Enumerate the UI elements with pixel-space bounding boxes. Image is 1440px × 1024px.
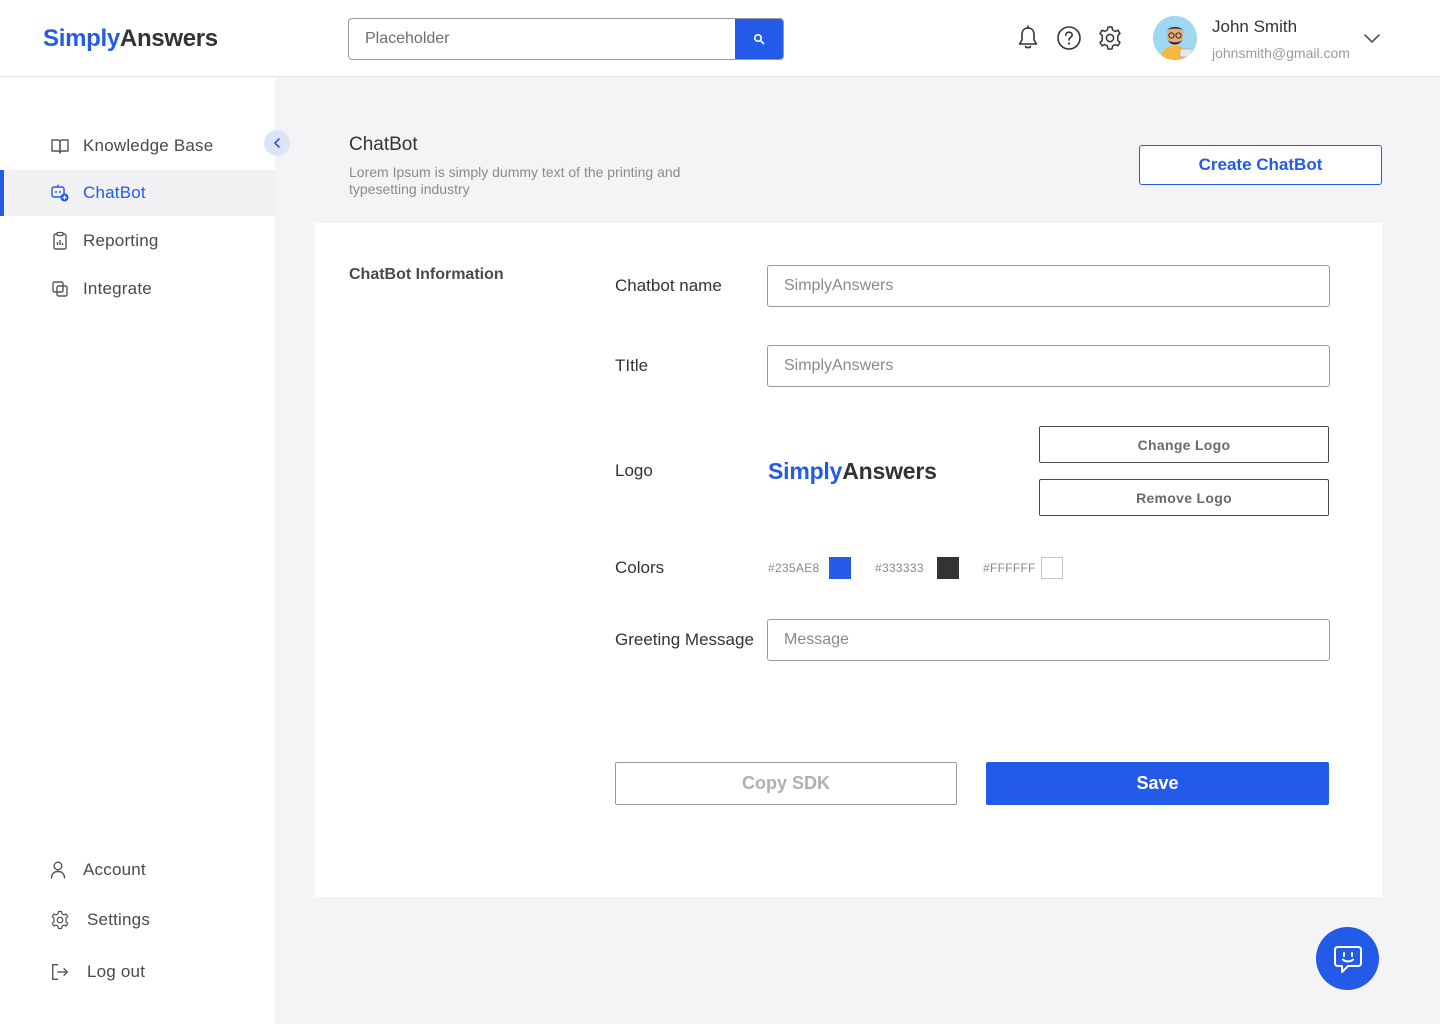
logout-icon xyxy=(50,962,70,982)
sidebar-collapse-button[interactable] xyxy=(264,130,290,156)
sidebar-item-label: Reporting xyxy=(83,231,159,250)
gear-icon xyxy=(1099,26,1121,50)
search-button[interactable] xyxy=(735,19,783,59)
user-menu-toggle[interactable] xyxy=(1362,30,1382,46)
book-icon xyxy=(50,136,70,156)
title-label: TItle xyxy=(615,356,649,375)
logo-preview: SimplyAnswers xyxy=(768,458,937,485)
sidebar-item-account[interactable]: Account xyxy=(0,847,276,893)
sidebar-item-reporting[interactable]: Reporting xyxy=(0,218,276,264)
user-name: John Smith xyxy=(1212,17,1298,36)
app-logo[interactable]: SimplyAnswers xyxy=(43,25,218,53)
top-header: SimplyAnswers John Smith johnsmith@gmail… xyxy=(0,0,1440,77)
clipboard-icon xyxy=(50,231,70,251)
greeting-message-label: Greeting Message xyxy=(615,630,754,649)
chat-bubble-icon xyxy=(1333,945,1362,973)
help-icon xyxy=(1057,26,1081,50)
sidebar-item-integrate[interactable]: Integrate xyxy=(0,266,276,312)
remove-logo-button[interactable]: Remove Logo xyxy=(1039,479,1329,516)
user-avatar-illustration xyxy=(1153,16,1197,60)
sidebar-item-label: Account xyxy=(83,860,146,879)
sidebar-item-label: Integrate xyxy=(83,279,152,298)
color-hex-label: #235AE8 xyxy=(768,561,820,575)
chat-support-button[interactable] xyxy=(1316,927,1379,990)
integrate-icon xyxy=(50,279,70,299)
page-title: ChatBot xyxy=(349,134,418,155)
user-email: johnsmith@gmail.com xyxy=(1212,45,1350,61)
settings-button[interactable] xyxy=(1097,25,1123,51)
sidebar-item-logout[interactable]: Log out xyxy=(0,949,276,995)
title-field[interactable] xyxy=(767,345,1330,387)
colors-label: Colors xyxy=(615,558,665,577)
logo-preview-answers: Answers xyxy=(842,458,937,484)
avatar[interactable] xyxy=(1153,16,1197,60)
logo-preview-simply: Simply xyxy=(768,458,843,484)
chatbot-name-field[interactable] xyxy=(767,265,1330,307)
search-icon xyxy=(753,33,765,45)
color-swatch-text[interactable] xyxy=(937,557,959,579)
search-input[interactable] xyxy=(349,19,736,59)
search-bar xyxy=(348,18,784,60)
chatbot-name-label: Chatbot name xyxy=(615,276,722,295)
sidebar: Knowledge Base ChatBot Reporting Integra… xyxy=(0,78,276,1024)
bell-icon xyxy=(1018,25,1038,49)
sidebar-item-label: Settings xyxy=(87,910,151,929)
logo-text-simply: Simply xyxy=(43,25,120,52)
logo-label: Logo xyxy=(615,461,653,480)
chevron-left-icon xyxy=(274,138,280,148)
save-button[interactable]: Save xyxy=(986,762,1329,805)
sidebar-item-settings[interactable]: Settings xyxy=(0,897,276,943)
create-chatbot-button[interactable]: Create ChatBot xyxy=(1139,145,1382,185)
logo-text-answers: Answers xyxy=(119,25,218,52)
gear-icon xyxy=(50,910,70,930)
sidebar-item-knowledge-base[interactable]: Knowledge Base xyxy=(0,123,276,169)
section-title: ChatBot Information xyxy=(349,266,504,283)
change-logo-button[interactable]: Change Logo xyxy=(1039,426,1329,463)
greeting-message-field[interactable] xyxy=(767,619,1330,661)
page-description: Lorem Ipsum is simply dummy text of the … xyxy=(349,164,681,197)
chevron-down-icon xyxy=(1364,34,1380,43)
copy-sdk-button[interactable]: Copy SDK xyxy=(615,762,957,805)
sidebar-item-label: Knowledge Base xyxy=(83,136,214,155)
sidebar-item-label: ChatBot xyxy=(83,183,146,202)
sidebar-item-label: Log out xyxy=(87,962,146,981)
color-swatch-primary[interactable] xyxy=(829,557,851,579)
color-swatch-background[interactable] xyxy=(1041,557,1063,579)
notification-button[interactable] xyxy=(1015,25,1041,51)
color-hex-label: #FFFFFF xyxy=(983,561,1036,575)
help-button[interactable] xyxy=(1056,25,1082,51)
sidebar-item-chatbot[interactable]: ChatBot xyxy=(0,170,276,216)
user-icon xyxy=(48,860,68,880)
color-hex-label: #333333 xyxy=(875,561,924,575)
chatbot-icon xyxy=(50,183,70,203)
